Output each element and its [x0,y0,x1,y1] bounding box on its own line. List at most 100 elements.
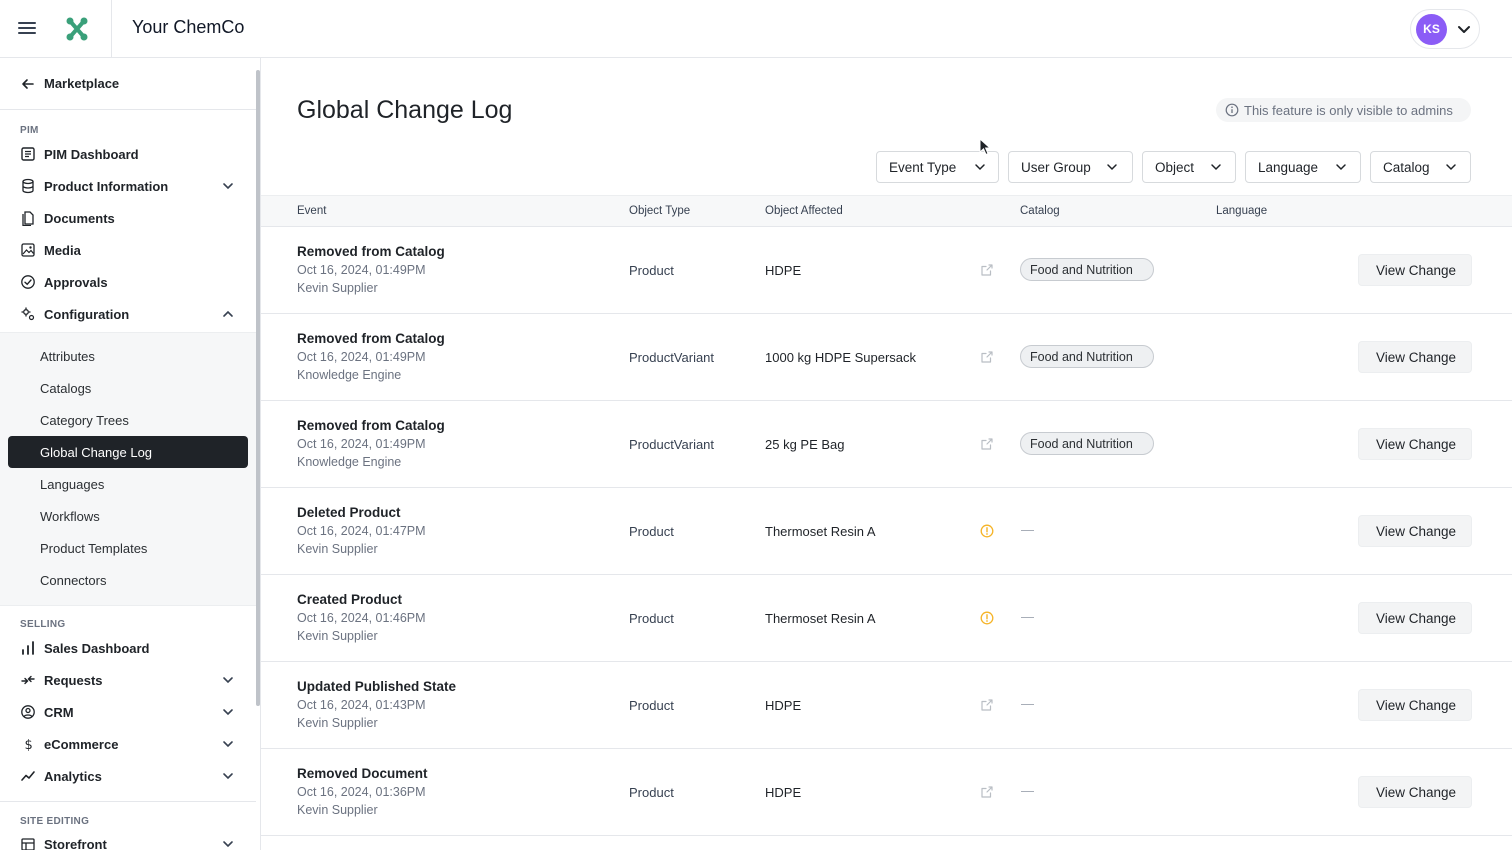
catalog-badge-label: Food and Nutrition [1030,350,1133,364]
sidebar-item-configuration[interactable]: Configuration [0,298,256,330]
sidebar-item-media[interactable]: Media [0,234,256,266]
event-title: Removed from Catalog [297,244,445,259]
event-user: Kevin Supplier [297,803,378,817]
section-label-selling: SELLING [20,619,66,630]
column-header-object-affected[interactable]: Object Affected [765,205,843,217]
filter-object[interactable]: Object [1142,151,1236,183]
column-header-language[interactable]: Language [1216,205,1267,217]
event-title: Deleted Product [297,505,401,520]
object-affected-cell: HDPE [765,263,802,278]
filter-catalog[interactable]: Catalog [1370,151,1471,183]
chevron-down-icon [1446,164,1456,171]
sidebar-item-crm[interactable]: CRM [0,696,256,728]
sidebar-item-workflows[interactable]: Workflows [8,500,248,532]
back-to-marketplace-link[interactable]: Marketplace [0,58,256,110]
sidebar-item-analytics[interactable]: Analytics [0,760,256,792]
filter-user-group[interactable]: User Group [1008,151,1133,183]
chevron-down-icon[interactable] [221,673,235,687]
view-change-label: View Change [1375,698,1457,713]
section-label-site-editing: SITE EDITING [20,816,90,827]
event-user: Kevin Supplier [297,281,378,295]
sidebar-item-label: Sales Dashboard [44,641,150,656]
sidebar-item-connectors[interactable]: Connectors [8,564,248,596]
back-label: Marketplace [44,76,120,91]
catalog-empty-dash: — [1021,609,1034,624]
sidebar-item-pim-dashboard[interactable]: PIM Dashboard [0,138,256,170]
filter-label: User Group [1021,160,1091,175]
sidebar-item-product-information[interactable]: Product Information [0,170,256,202]
approvals-icon [21,275,35,289]
sidebar-item-catalogs[interactable]: Catalogs [8,372,248,404]
sidebar-item-label: Workflows [40,509,100,524]
sidebar-scrollbar[interactable] [256,70,260,706]
sidebar-item-label: Product Templates [40,541,148,556]
event-title: Removed from Catalog [297,418,445,433]
catalog-badge: Food and Nutrition [1020,258,1154,281]
external-link-icon[interactable] [980,785,994,799]
documents-icon [22,211,34,226]
column-header-catalog[interactable]: Catalog [1020,205,1060,217]
section-label-pim: PIM [20,125,39,136]
chevron-down-icon[interactable] [221,837,235,850]
sidebar-item-category-trees[interactable]: Category Trees [8,404,248,436]
sidebar-item-requests[interactable]: Requests [0,664,256,696]
event-timestamp: Oct 16, 2024, 01:46PM [297,611,426,625]
user-menu-button[interactable]: KS [1410,9,1480,49]
event-title: Removed from Catalog [297,331,445,346]
view-change-button[interactable]: View Change [1358,341,1472,373]
external-link-icon[interactable] [980,698,994,712]
sidebar-item-label: Analytics [44,769,102,784]
company-logo[interactable] [62,14,92,44]
external-link-icon[interactable] [980,350,994,364]
sidebar-item-label: Connectors [40,573,107,588]
sidebar-item-label: Languages [40,477,105,492]
sidebar-divider [0,801,256,802]
view-change-button[interactable]: View Change [1358,515,1472,547]
filter-language[interactable]: Language [1245,151,1361,183]
event-timestamp: Oct 16, 2024, 01:49PM [297,263,426,277]
chevron-down-icon[interactable] [221,737,235,751]
sidebar-item-label: Global Change Log [40,445,153,460]
hamburger-menu-icon[interactable] [18,19,38,37]
view-change-button[interactable]: View Change [1358,776,1472,808]
view-change-button[interactable]: View Change [1358,602,1472,634]
event-user: Knowledge Engine [297,455,402,469]
event-timestamp: Oct 16, 2024, 01:49PM [297,437,426,451]
table-row: Removed from Catalog Oct 16, 2024, 01:49P… [261,227,1512,314]
chevron-down-icon[interactable] [221,769,235,783]
sidebar-item-storefront[interactable]: Storefront [0,828,256,850]
object-type-cell: Product [629,611,674,626]
catalog-empty-dash: — [1021,522,1034,537]
arrow-left-icon [22,79,34,89]
object-affected-cell: 1000 kg HDPE Supersack [765,350,917,365]
dashboard-icon [21,147,35,161]
object-type-cell: ProductVariant [629,350,715,365]
view-change-button[interactable]: View Change [1358,689,1472,721]
top-bar: Your ChemCo KS [0,0,1512,58]
column-header-object-type[interactable]: Object Type [629,205,690,217]
company-name: Your ChemCo [132,17,245,37]
event-user: Kevin Supplier [297,542,378,556]
chevron-down-icon[interactable] [221,179,235,193]
sidebar-item-sales-dashboard[interactable]: Sales Dashboard [0,632,256,664]
view-change-label: View Change [1375,785,1457,800]
admin-only-notice: This feature is only visible to admins [1216,98,1471,122]
external-link-icon[interactable] [980,437,994,451]
chevron-down-icon[interactable] [221,705,235,719]
sidebar-item-ecommerce[interactable]: $ eCommerce [0,728,256,760]
sidebar-item-approvals[interactable]: Approvals [0,266,256,298]
external-link-icon[interactable] [980,263,994,277]
sidebar-item-label: Storefront [44,837,107,850]
sidebar-item-label: Media [44,243,81,258]
filter-label: Language [1258,160,1319,175]
chevron-up-icon[interactable] [221,307,235,321]
view-change-button[interactable]: View Change [1358,254,1472,286]
sidebar-item-global-change-log[interactable]: Global Change Log [8,436,248,468]
view-change-button[interactable]: View Change [1358,428,1472,460]
sidebar-item-languages[interactable]: Languages [8,468,248,500]
column-header-event[interactable]: Event [297,205,326,217]
sidebar-item-product-templates[interactable]: Product Templates [8,532,248,564]
view-change-label: View Change [1375,611,1457,626]
sidebar-item-documents[interactable]: Documents [0,202,256,234]
sidebar-item-attributes[interactable]: Attributes [8,340,248,372]
